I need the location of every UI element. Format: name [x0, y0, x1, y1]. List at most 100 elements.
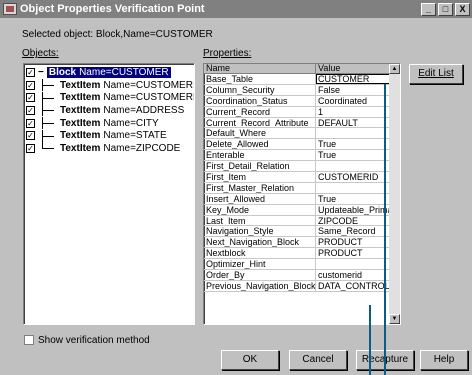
table-row[interactable]: Optimizer_Hint [204, 259, 400, 271]
checkbox-checked[interactable] [26, 105, 35, 115]
scroll-up-arrow-icon[interactable]: ▲ [389, 64, 400, 74]
property-value-cell[interactable]: CUSTOMER [316, 74, 390, 84]
checkbox-checked[interactable] [26, 67, 35, 77]
property-name-cell: First_Item [204, 172, 316, 182]
property-name-cell: Previous_Navigation_Block [206, 280, 316, 291]
checkbox-checked[interactable] [26, 80, 35, 90]
pointer-line [384, 84, 386, 375]
tree-node-root[interactable]: − Block Name=CUSTOMER [26, 66, 194, 79]
property-name-cell: Enterable [204, 150, 316, 161]
property-value-cell[interactable] [316, 182, 390, 193]
table-row[interactable]: Nextblock PRODUCT [204, 248, 400, 260]
selected-object-text: Selected object: Block,Name=CUSTOMER [22, 29, 213, 40]
property-name-cell: Navigation_Style [204, 226, 316, 237]
checkbox-checked[interactable] [26, 131, 35, 141]
checkbox-checked[interactable] [26, 93, 35, 103]
tree-node[interactable]: TextItem Name=ZIPCODE [26, 142, 194, 155]
vertical-scrollbar[interactable]: ▲ ▼ [389, 64, 400, 324]
table-row[interactable]: Last_Item ZIPCODE [204, 215, 400, 227]
show-verification-label: Show verification method [38, 335, 150, 346]
property-value-cell[interactable]: True [316, 193, 390, 204]
properties-label: Properties: [203, 48, 252, 59]
property-value-cell[interactable]: Updateable_Primary [316, 204, 390, 215]
property-value-cell[interactable]: PRODUCT [316, 248, 390, 259]
checkbox-checked[interactable] [26, 143, 35, 153]
property-name-cell: Delete_Allowed [204, 139, 316, 150]
table-row[interactable]: Enterable True [204, 150, 400, 162]
property-value-cell[interactable]: Coordinated [316, 95, 390, 106]
tree-branch-line [38, 142, 60, 154]
property-name-cell: First_Master_Relation [204, 182, 316, 193]
column-header-value[interactable]: Value [316, 64, 390, 74]
checkbox-checked[interactable] [26, 118, 35, 128]
property-name-cell: Optimizer_Hint [204, 259, 316, 270]
property-value-cell[interactable]: Same_Record [316, 226, 390, 237]
maximize-button[interactable]: □ [438, 2, 453, 16]
property-name-cell: Last_Item [204, 215, 316, 226]
table-row[interactable]: Delete_Allowed True [204, 139, 400, 151]
property-name-cell: First_Detail_Relation [204, 161, 316, 172]
property-name-cell: Coordination_Status [204, 95, 316, 106]
property-name-cell: Insert_Allowed [204, 193, 316, 204]
tree-node[interactable]: TextItem Name=CITY [26, 117, 194, 130]
column-header-name[interactable]: Name [204, 64, 316, 74]
collapse-icon[interactable]: − [38, 67, 44, 78]
table-row[interactable]: First_Master_Relation [204, 182, 400, 194]
grid-header: Name Value [204, 64, 400, 74]
tree-node[interactable]: TextItem Name=STATE [26, 129, 194, 142]
grid-body: Base_Table CUSTOMER Column_Security False Co… [204, 74, 400, 292]
table-row[interactable]: Previous_Navigation_Block DATA_CONTROL [204, 280, 400, 292]
minimize-button[interactable]: _ [421, 2, 436, 16]
help-button[interactable]: Help [420, 350, 468, 370]
property-value-cell[interactable]: DATA_CONTROL [316, 280, 390, 291]
table-row[interactable]: Navigation_Style Same_Record [204, 226, 400, 238]
table-row[interactable]: Current_Record_Attribute DEFAULT [204, 117, 400, 129]
table-row[interactable]: Default_Where [204, 128, 400, 140]
tree-branch-line [38, 104, 60, 117]
tree-node[interactable]: TextItem Name=CUSTOMERID [26, 79, 194, 92]
property-value-cell[interactable] [316, 128, 390, 139]
cancel-button[interactable]: Cancel [289, 350, 347, 370]
edit-list-button[interactable]: Edit List [409, 64, 463, 84]
tree-node-root-label[interactable]: Block Name=CUSTOMER [46, 66, 171, 78]
table-row[interactable]: Next_Navigation_Block PRODUCT [204, 237, 400, 249]
tree-node[interactable]: TextItem Name=CUSTOMERNAM [26, 91, 194, 104]
table-row[interactable]: Order_By customerid [204, 270, 400, 281]
table-row[interactable]: Key_ModeUpdateable_Primary [204, 204, 400, 216]
property-value-cell[interactable]: ZIPCODE [316, 215, 390, 226]
table-row[interactable]: Column_Security False [204, 84, 400, 96]
property-value-cell[interactable]: CUSTOMERID [316, 172, 390, 182]
tree-branch-line [38, 117, 60, 130]
ok-button[interactable]: OK [221, 350, 279, 370]
tree-branch-line [38, 91, 60, 104]
property-value-cell[interactable]: customerid [316, 270, 390, 280]
property-name-cell: Current_Record [204, 106, 316, 117]
app-icon [3, 3, 17, 15]
property-value-cell[interactable]: PRODUCT [316, 237, 390, 248]
table-row[interactable]: Base_Table CUSTOMER [204, 74, 400, 85]
property-value-cell[interactable] [316, 259, 390, 270]
property-value-cell[interactable]: True [316, 150, 390, 161]
properties-grid[interactable]: Name Value Base_Table CUSTOMER Column_Secu… [203, 63, 401, 325]
tree-node[interactable]: TextItem Name=ADDRESS [26, 104, 194, 117]
property-name-cell: Base_Table [204, 74, 316, 84]
show-verification-checkbox[interactable] [24, 335, 34, 345]
property-name-cell: Current_Record_Attribute [204, 117, 316, 128]
property-value-cell[interactable]: False [316, 84, 390, 95]
property-name-cell: Default_Where [204, 128, 316, 139]
property-name-cell: Column_Security [204, 84, 316, 95]
tree-branch-line [38, 79, 60, 92]
table-row[interactable]: Coordination_Status Coordinated [204, 95, 400, 107]
property-value-cell[interactable]: 1 [316, 106, 390, 117]
close-button[interactable]: X [455, 2, 470, 16]
property-value-cell[interactable]: DEFAULT [316, 117, 390, 128]
scroll-down-arrow-icon[interactable]: ▼ [389, 314, 400, 324]
table-row[interactable]: Current_Record 1 [204, 106, 400, 118]
table-row[interactable]: Insert_Allowed True [204, 193, 400, 205]
table-row[interactable]: First_Item CUSTOMERID [204, 172, 400, 183]
objects-tree[interactable]: − Block Name=CUSTOMER TextItem Name=CUST… [23, 63, 195, 325]
property-value-cell[interactable] [316, 161, 390, 172]
property-name-cell: Order_By [204, 270, 316, 280]
table-row[interactable]: First_Detail_Relation [204, 161, 400, 173]
property-value-cell[interactable]: True [316, 139, 390, 150]
